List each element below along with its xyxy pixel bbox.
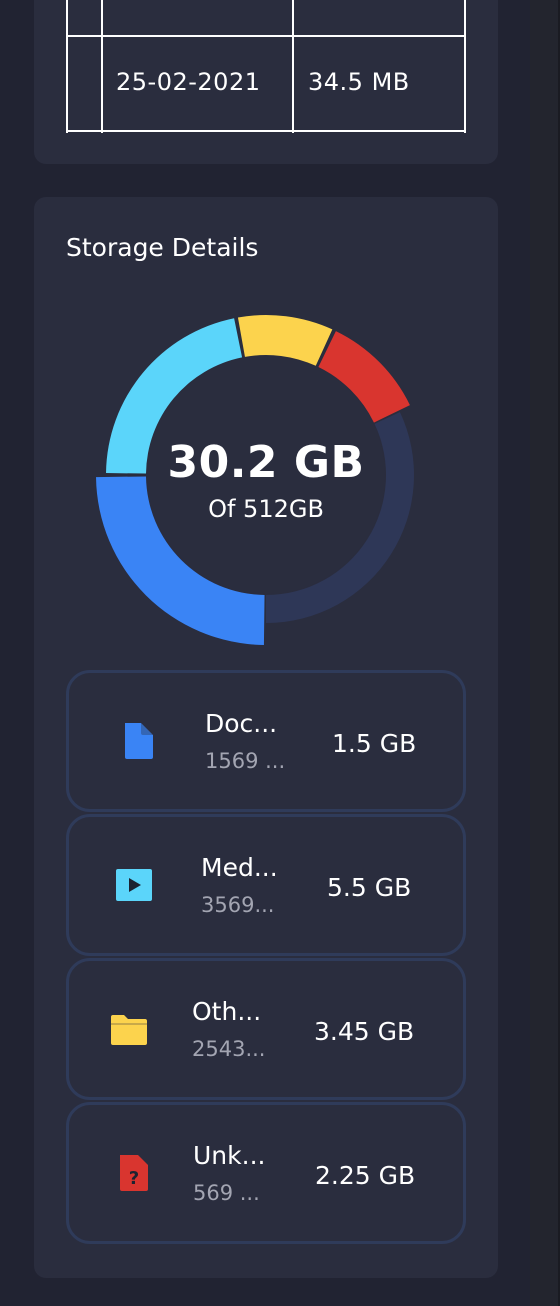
storage-item-title: Med... [201, 853, 278, 882]
storage-item-count: 1569 ... [205, 749, 286, 773]
storage-item-size: 2.25 GB [315, 1161, 416, 1190]
document-icon [125, 723, 153, 759]
table-row-divider [66, 35, 466, 37]
storage-item-unknown[interactable]: ? Unk... 569 ... 2.25 GB [66, 1102, 466, 1244]
storage-used: 30.2 GB [167, 437, 365, 488]
storage-item-count: 569 ... [193, 1181, 260, 1205]
storage-item-size: 3.45 GB [314, 1017, 415, 1046]
recent-files-table: 25-02-2021 34.5 MB [66, 0, 466, 133]
table-column-divider [464, 0, 466, 133]
table-cell-date: 25-02-2021 [116, 68, 261, 96]
table-column-divider [101, 0, 103, 133]
table-column-divider [292, 0, 294, 133]
storage-title: Storage Details [66, 233, 259, 262]
storage-item-count: 2543... [192, 1037, 266, 1061]
recent-files-card: 25-02-2021 34.5 MB [34, 0, 498, 164]
media-icon [116, 869, 152, 901]
storage-item-others[interactable]: Oth... 2543... 3.45 GB [66, 958, 466, 1100]
storage-item-documents[interactable]: Doc... 1569 ... 1.5 GB [66, 670, 466, 812]
folder-icon [111, 1015, 147, 1045]
storage-item-title: Oth... [192, 997, 262, 1026]
table-row-divider [66, 130, 466, 132]
svg-text:?: ? [129, 1168, 139, 1189]
storage-item-title: Unk... [193, 1141, 266, 1170]
storage-item-media[interactable]: Med... 3569... 5.5 GB [66, 814, 466, 956]
scrollbar-track[interactable] [530, 0, 560, 1306]
storage-donut-chart: 30.2 GB Of 512GB [96, 305, 436, 645]
table-cell-size: 34.5 MB [308, 68, 410, 96]
storage-item-title: Doc... [205, 709, 278, 738]
storage-details-card: Storage Details 30.2 GB Of 512GB Doc... … [34, 197, 498, 1278]
storage-total: Of 512GB [208, 495, 324, 523]
table-column-divider [66, 0, 68, 133]
storage-item-size: 1.5 GB [332, 729, 417, 758]
unknown-file-icon: ? [120, 1155, 148, 1191]
storage-item-size: 5.5 GB [327, 873, 412, 902]
storage-item-count: 3569... [201, 893, 275, 917]
